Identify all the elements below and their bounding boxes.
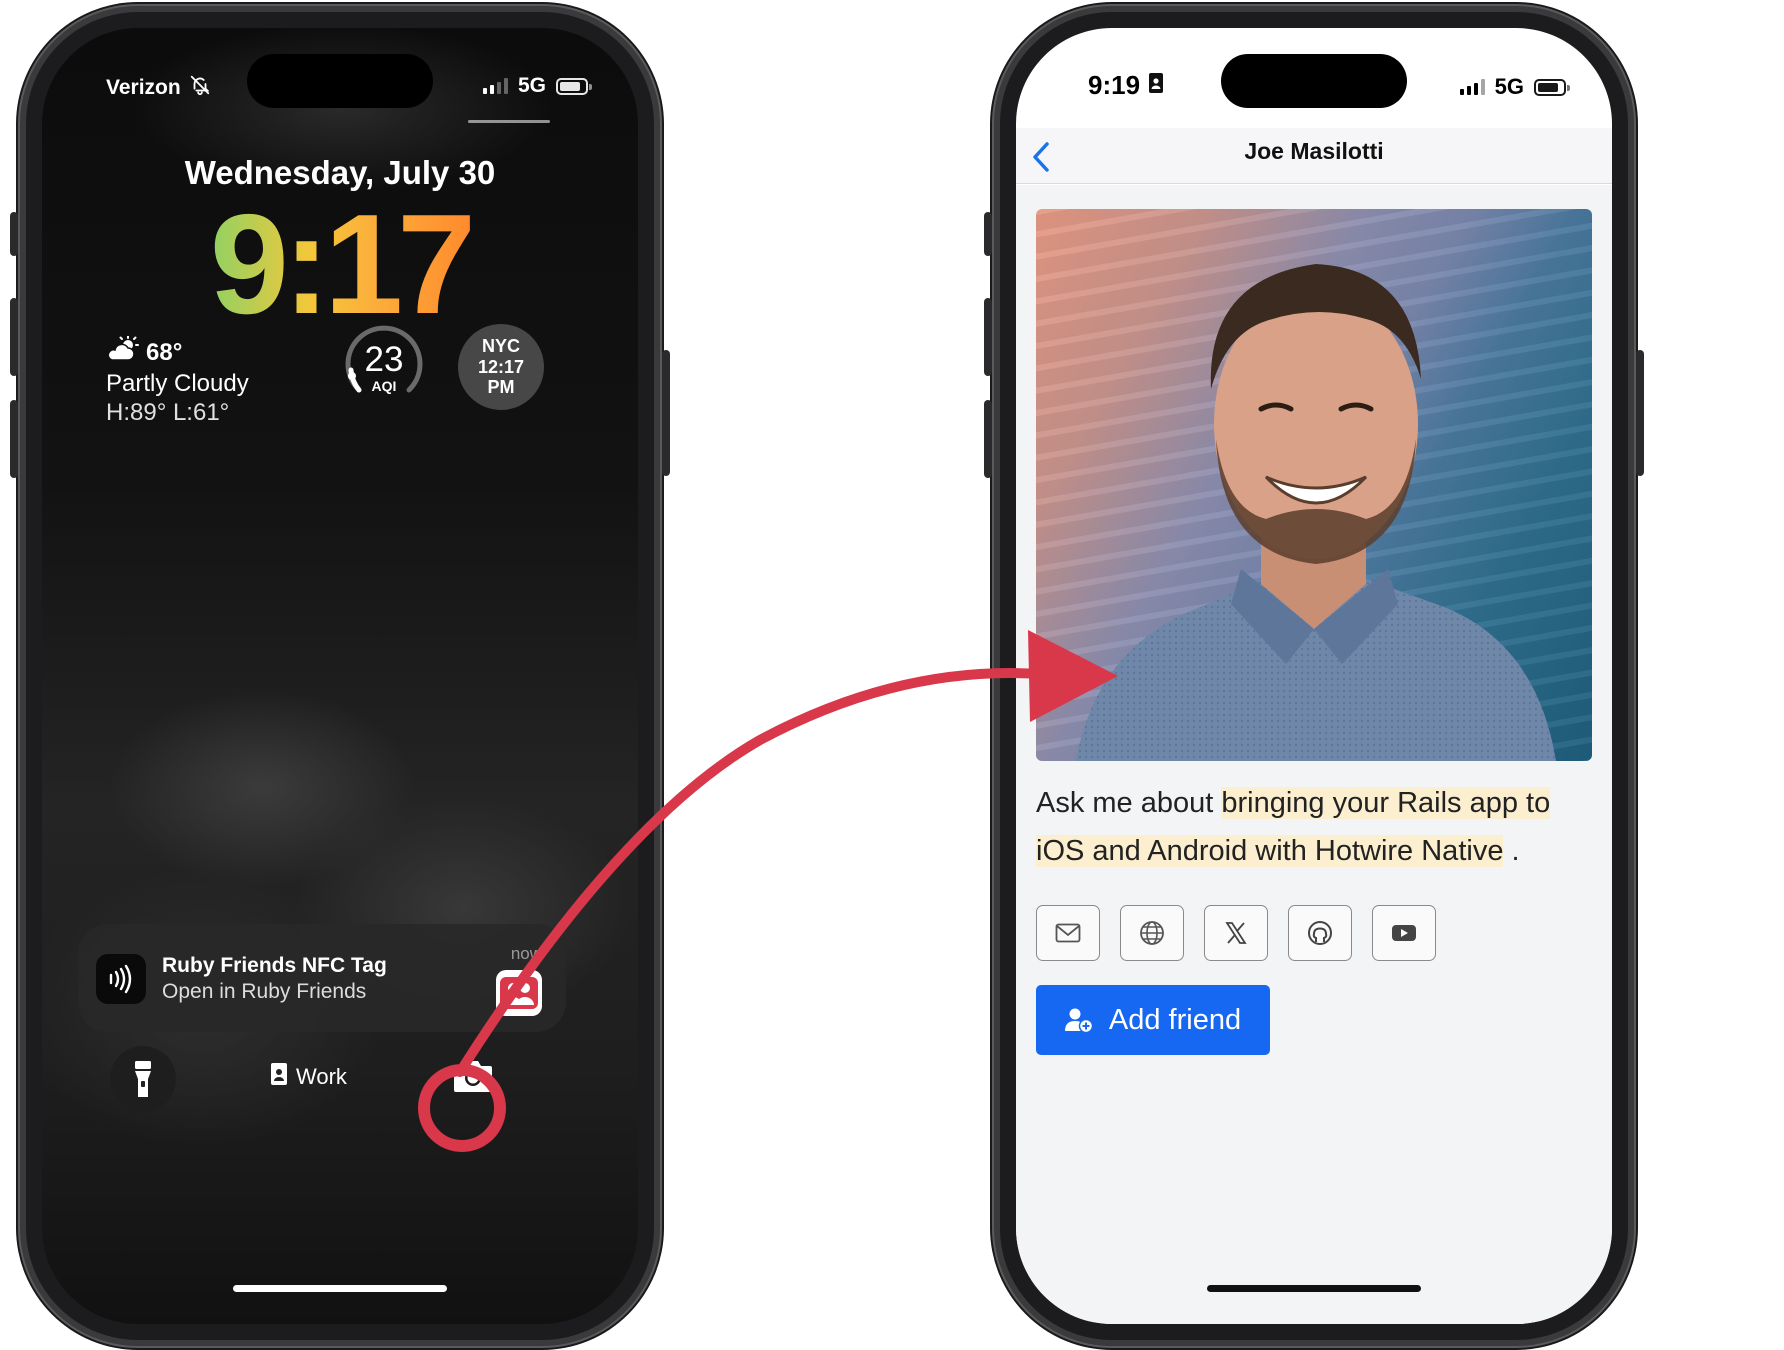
- ruby-friends-app-icon: [496, 970, 542, 1016]
- app-screen: 9:19 5G Joe Masilotti Ask me about bring…: [1016, 28, 1612, 1324]
- nfc-icon: [96, 954, 146, 1004]
- camera-button[interactable]: [452, 1058, 494, 1094]
- notification-time: now: [510, 944, 542, 963]
- weather-temp: 68°: [146, 338, 183, 366]
- aqi-value: 23: [364, 340, 404, 379]
- status-bar: 9:19 5G: [1016, 70, 1612, 104]
- lock-time: 9:17: [42, 194, 638, 336]
- github-icon: [1308, 921, 1332, 945]
- status-bar: Verizon 5G: [42, 74, 638, 104]
- id-badge-icon: [1148, 70, 1164, 101]
- app-phone: 9:19 5G Joe Masilotti Ask me about bring…: [984, 6, 1644, 1346]
- social-links: [1036, 905, 1436, 961]
- battery-icon: [1534, 78, 1570, 96]
- lock-screen: Verizon 5G Wednesday, July 30 9:17 68° P…: [42, 28, 638, 1324]
- notification-subtitle: Open in Ruby Friends: [162, 980, 367, 1003]
- globe-icon: [1140, 921, 1164, 945]
- camera-icon: [454, 1061, 492, 1092]
- id-badge-icon: [270, 1062, 288, 1092]
- home-indicator[interactable]: [1207, 1285, 1421, 1292]
- weather-condition: Partly Cloudy: [106, 369, 249, 397]
- flashlight-icon: [135, 1061, 151, 1097]
- carrier-name: Verizon: [106, 76, 181, 99]
- network-type: 5G: [1494, 74, 1524, 99]
- battery-icon: [556, 77, 592, 95]
- aqi-label: AQI: [371, 378, 397, 394]
- add-friend-button[interactable]: Add friend: [1036, 985, 1270, 1055]
- flashlight-button[interactable]: [110, 1046, 176, 1112]
- world-clock-time: 12:17: [477, 356, 525, 377]
- signal-icon: [1459, 79, 1485, 95]
- bio-prefix: Ask me about: [1036, 787, 1222, 819]
- home-indicator[interactable]: [233, 1285, 447, 1292]
- network-type: 5G: [517, 74, 546, 97]
- lock-bottom-bar: Work: [42, 1046, 638, 1116]
- status-time: 9:19: [1088, 70, 1141, 100]
- x-icon: [1225, 922, 1247, 944]
- page-title: Joe Masilotti: [1244, 138, 1384, 164]
- youtube-link-button[interactable]: [1372, 905, 1436, 961]
- email-icon: [1055, 923, 1081, 943]
- profile-photo: [1036, 209, 1592, 761]
- partly-cloudy-icon: [106, 335, 140, 370]
- email-link-button[interactable]: [1036, 905, 1100, 961]
- navigation-bar: Joe Masilotti: [1016, 128, 1612, 184]
- github-link-button[interactable]: [1288, 905, 1352, 961]
- bell-slash-icon: [189, 74, 211, 102]
- lock-screen-phone: Verizon 5G Wednesday, July 30 9:17 68° P…: [10, 6, 670, 1346]
- focus-label: Work: [296, 1064, 347, 1089]
- bio-suffix: .: [1511, 835, 1520, 867]
- world-clock-period: PM: [487, 377, 515, 398]
- website-link-button[interactable]: [1120, 905, 1184, 961]
- weather-high-low: H:89° L:61°: [106, 398, 230, 426]
- focus-mode-indicator[interactable]: Work: [270, 1062, 347, 1092]
- weather-widget[interactable]: 68° Partly Cloudy H:89° L:61°: [106, 335, 249, 427]
- notification-title: Ruby Friends NFC Tag: [162, 954, 387, 977]
- aqi-widget[interactable]: 23 AQI: [339, 320, 429, 410]
- profile-content: Ask me about bringing your Rails app to …: [1016, 185, 1612, 1324]
- nfc-notification[interactable]: Ruby Friends NFC Tag Open in Ruby Friend…: [78, 924, 566, 1032]
- world-clock-widget[interactable]: NYC 12:17 PM: [458, 324, 544, 410]
- add-friend-label: Add friend: [1108, 1003, 1242, 1036]
- profile-bio: Ask me about bringing your Rails app to …: [1036, 779, 1596, 875]
- control-center-indicator[interactable]: [468, 120, 550, 123]
- x-link-button[interactable]: [1204, 905, 1268, 961]
- youtube-icon: [1392, 925, 1416, 941]
- world-clock-city: NYC: [481, 335, 520, 356]
- signal-icon: [482, 78, 508, 94]
- add-user-icon: [1064, 1008, 1093, 1033]
